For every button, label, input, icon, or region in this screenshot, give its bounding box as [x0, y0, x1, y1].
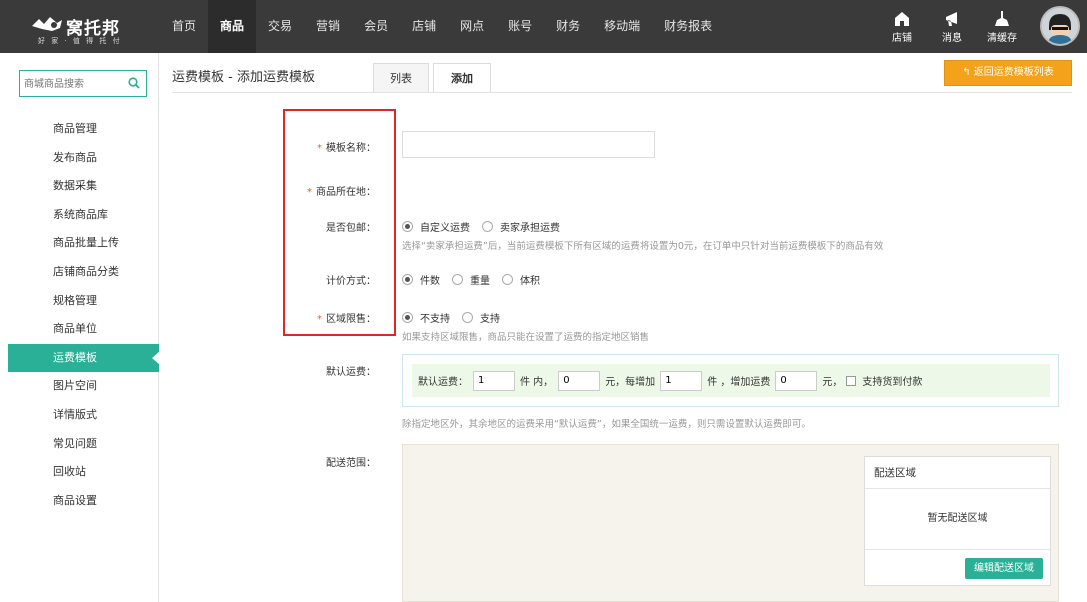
message-tool-label: 消息	[942, 33, 962, 44]
default-fee-hint: 除指定地区外，其余地区的运费采用“默认运费”，如果全国统一运费，则只需设置默认运…	[402, 419, 811, 430]
store-icon	[895, 12, 909, 26]
message-icon	[946, 12, 957, 26]
free-shipping-options: 自定义运费 卖家承担运费	[402, 219, 572, 234]
first-qty-input[interactable]	[473, 370, 515, 391]
store-tool-label: 店铺	[892, 33, 912, 44]
clear-cache-tool-button[interactable]: 清缓存	[982, 8, 1022, 44]
pricing-options: 件数 重量 体积	[402, 272, 552, 287]
sidebar-item-recycle-bin[interactable]: 回收站	[8, 458, 159, 487]
radio-by-weight[interactable]: 重量	[452, 272, 490, 287]
search-icon[interactable]	[128, 77, 140, 89]
sidebar-item-spec-manage[interactable]: 规格管理	[8, 287, 159, 316]
top-navbar: 窝托邦 好 家 · 值 得 托 付 首页 商品 交易 营销 会员 店铺 网点 账…	[0, 0, 1087, 53]
region-limit-hint: 如果支持区域限售，商品只能在设置了运费的指定地区销售	[402, 332, 650, 343]
main-nav: 首页 商品 交易 营销 会员 店铺 网点 账号 财务 移动端 财务报表	[160, 0, 724, 53]
nav-item-goods[interactable]: 商品	[208, 0, 257, 53]
sidebar-item-publish-goods[interactable]: 发布商品	[8, 144, 159, 173]
radio-checked-icon	[402, 274, 413, 285]
sidebar-item-faq[interactable]: 常见问题	[8, 430, 159, 459]
first-fee-input[interactable]	[558, 370, 601, 391]
nav-item-store[interactable]: 店铺	[400, 0, 448, 53]
nav-item-home[interactable]: 首页	[160, 0, 208, 53]
sidebar-menu: 商品管理 发布商品 数据采集 系统商品库 商品批量上传 店铺商品分类 规格管理 …	[8, 115, 160, 516]
radio-region-supported[interactable]: 支持	[462, 310, 500, 325]
delivery-area-empty: 暂无配送区域	[927, 513, 988, 524]
brand-logo[interactable]: 窝托邦 好 家 · 值 得 托 付	[28, 10, 138, 46]
sidebar: 商品管理 发布商品 数据采集 系统商品库 商品批量上传 店铺商品分类 规格管理 …	[0, 53, 160, 602]
tab-divider	[172, 92, 1072, 93]
brand-slogan: 好 家 · 值 得 托 付	[38, 37, 122, 45]
fee-unit-4: 元，	[822, 377, 843, 388]
tab-list[interactable]: 列表	[373, 63, 429, 92]
radio-custom-fee[interactable]: 自定义运费	[402, 219, 470, 234]
delivery-scope-label: 配送范围：	[326, 458, 376, 469]
sidebar-item-batch-upload[interactable]: 商品批量上传	[8, 229, 159, 258]
logo-mark-icon	[32, 17, 62, 31]
sidebar-item-detail-layout[interactable]: 详情版式	[8, 401, 159, 430]
nav-item-finance[interactable]: 财务	[544, 0, 592, 53]
sidebar-item-store-category[interactable]: 店铺商品分类	[8, 258, 159, 287]
fee-prefix: 默认运费：	[418, 377, 468, 388]
fee-unit-1: 件 内，	[520, 377, 554, 388]
radio-checked-icon	[402, 312, 413, 323]
sidebar-item-goods-unit[interactable]: 商品单位	[8, 315, 159, 344]
edit-delivery-area-button[interactable]: 编辑配送区域	[965, 558, 1043, 579]
tab-add[interactable]: 添加	[433, 63, 491, 93]
highlight-box	[283, 109, 396, 336]
nav-item-trade[interactable]: 交易	[256, 0, 304, 53]
delivery-scope-area: 配送区域 暂无配送区域 编辑配送区域	[402, 444, 1059, 602]
radio-checked-icon	[402, 221, 413, 232]
nav-item-member[interactable]: 会员	[352, 0, 400, 53]
radio-unchecked-icon	[452, 274, 463, 285]
main-content: 运费模板 - 添加运费模板 列表 添加 ↰ 返回运费模板列表 * 模板名称： * 商…	[159, 53, 1087, 602]
delivery-area-footer: 编辑配送区域	[865, 549, 1050, 585]
sidebar-item-system-library[interactable]: 系统商品库	[8, 201, 159, 230]
page-title: 运费模板 - 添加运费模板	[172, 70, 315, 85]
radio-unchecked-icon	[462, 312, 473, 323]
clear-cache-tool-label: 清缓存	[987, 33, 1017, 44]
nav-item-marketing[interactable]: 营销	[304, 0, 352, 53]
user-avatar[interactable]	[1040, 6, 1080, 46]
radio-unchecked-icon	[502, 274, 513, 285]
fee-unit-2: 元，每增加	[605, 377, 656, 388]
add-fee-input[interactable]	[775, 370, 818, 391]
default-fee-label: 默认运费：	[326, 367, 376, 378]
message-tool-button[interactable]: 消息	[932, 8, 972, 44]
goods-search-input[interactable]	[24, 75, 122, 93]
back-arrow-icon: ↰	[962, 67, 971, 78]
nav-item-mobile[interactable]: 移动端	[592, 0, 652, 53]
add-qty-input[interactable]	[660, 370, 703, 391]
radio-seller-pays[interactable]: 卖家承担运费	[482, 219, 560, 234]
sidebar-item-goods-manage[interactable]: 商品管理	[8, 115, 159, 144]
fee-unit-3: 件 ，增加运费	[707, 377, 771, 388]
avatar-icon	[1042, 8, 1078, 44]
default-fee-box: 默认运费： 件 内， 元，每增加 件 ，增加运费 元， 支持货到付款	[402, 354, 1059, 407]
cod-label: 支持货到付款	[862, 377, 923, 388]
nav-item-finance-report[interactable]: 财务报表	[652, 0, 724, 53]
sidebar-item-shipping-template[interactable]: 运费模板	[8, 343, 160, 373]
default-fee-row: 默认运费： 件 内， 元，每增加 件 ，增加运费 元， 支持货到付款	[412, 364, 1050, 397]
sidebar-item-data-collect[interactable]: 数据采集	[8, 172, 159, 201]
sidebar-item-image-space[interactable]: 图片空间	[8, 372, 159, 401]
store-tool-button[interactable]: 店铺	[882, 8, 922, 44]
nav-item-outlets[interactable]: 网点	[448, 0, 496, 53]
radio-by-volume[interactable]: 体积	[502, 272, 540, 287]
sidebar-search	[19, 70, 147, 97]
radio-region-unsupported[interactable]: 不支持	[402, 310, 450, 325]
broom-icon	[995, 11, 1009, 26]
cod-checkbox[interactable]	[846, 375, 857, 386]
region-limit-options: 不支持 支持	[402, 310, 512, 325]
sidebar-item-goods-settings[interactable]: 商品设置	[8, 487, 159, 516]
radio-by-count[interactable]: 件数	[402, 272, 440, 287]
nav-item-account[interactable]: 账号	[496, 0, 544, 53]
free-shipping-hint: 选择“卖家承担运费”后，当前运费模板下所有区域的运费将设置为0元，在订单中只针对…	[402, 241, 884, 252]
back-to-list-button[interactable]: ↰ 返回运费模板列表	[944, 60, 1072, 86]
delivery-area-panel: 配送区域 暂无配送区域 编辑配送区域	[864, 456, 1051, 586]
radio-unchecked-icon	[482, 221, 493, 232]
template-name-input[interactable]	[402, 131, 655, 158]
delivery-area-title: 配送区域	[865, 457, 1050, 489]
back-button-label: 返回运费模板列表	[973, 67, 1054, 78]
